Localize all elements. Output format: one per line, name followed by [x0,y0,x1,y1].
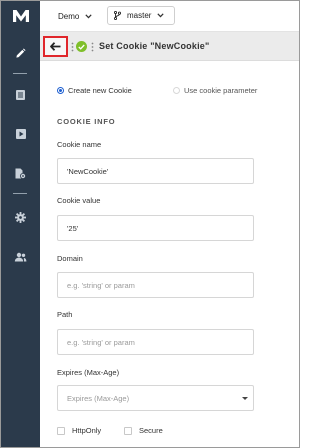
radio-create-new-cookie[interactable]: Create new Cookie [57,86,132,95]
sidebar-item-edit[interactable] [1,42,40,64]
drag-handle-icon[interactable] [71,42,74,52]
gear-icon [15,211,26,223]
sidebar-item-settings[interactable] [1,206,40,228]
step-title-bar: Set Cookie "NewCookie" [40,32,299,61]
cookie-value-input[interactable]: '25' [57,215,254,241]
more-options-icon[interactable] [91,42,94,52]
sidebar-item-test-files[interactable] [1,162,40,184]
sidebar-divider [13,193,27,194]
branch-selector[interactable]: master [107,6,175,25]
cookie-name-label: Cookie name [57,140,102,149]
step-title: Set Cookie "NewCookie" [99,41,210,51]
sidebar-item-run[interactable] [1,123,40,145]
sidebar-divider [13,73,27,74]
file-settings-icon [15,168,26,179]
chevron-down-icon [85,13,92,18]
sidebar [1,1,40,447]
logo-m-icon [13,10,29,22]
step-form: Create new Cookie Use cookie parameter C… [40,62,299,447]
app-logo[interactable] [12,9,30,23]
httponly-checkbox-row[interactable]: HttpOnly [57,426,101,435]
domain-label: Domain [57,254,83,263]
path-input[interactable]: e.g. 'string' or param [57,329,254,355]
radio-label: Create new Cookie [68,86,132,95]
cookie-value-label: Cookie value [57,196,101,205]
section-heading: COOKIE INFO [57,117,116,126]
sidebar-item-users[interactable] [1,246,40,268]
secure-checkbox[interactable] [124,426,132,435]
arrow-left-icon [50,42,61,51]
pencil-icon [16,47,26,58]
status-check-icon [76,41,87,52]
radio-use-cookie-parameter[interactable]: Use cookie parameter [173,86,257,95]
users-icon [14,252,27,262]
expires-label: Expires (Max-Age) [57,368,120,377]
sidebar-item-documents[interactable] [1,84,40,106]
caret-down-icon [242,397,248,400]
chevron-down-icon [157,13,165,18]
domain-input[interactable]: e.g. 'string' or param [57,272,254,298]
httponly-checkbox[interactable] [57,426,65,435]
top-bar: Demo master [40,1,299,32]
branch-name: master [127,11,152,20]
secure-checkbox-row[interactable]: Secure [124,426,163,435]
play-icon [15,129,26,139]
radio-label: Use cookie parameter [184,86,258,95]
radio-button[interactable] [173,87,180,94]
cookie-name-input[interactable]: 'NewCookie' [57,158,254,184]
secure-label: Secure [139,426,163,435]
httponly-label: HttpOnly [72,426,102,435]
git-branch-icon [114,11,121,20]
path-label: Path [57,310,73,319]
radio-button-selected[interactable] [57,87,64,94]
expires-select-value: Expires (Max-Age) [67,393,130,403]
document-list-icon [16,90,25,100]
back-button[interactable] [43,36,68,57]
expires-select[interactable]: Expires (Max-Age) [57,385,254,411]
project-selector[interactable]: Demo [58,9,92,23]
project-name: Demo [58,11,80,21]
